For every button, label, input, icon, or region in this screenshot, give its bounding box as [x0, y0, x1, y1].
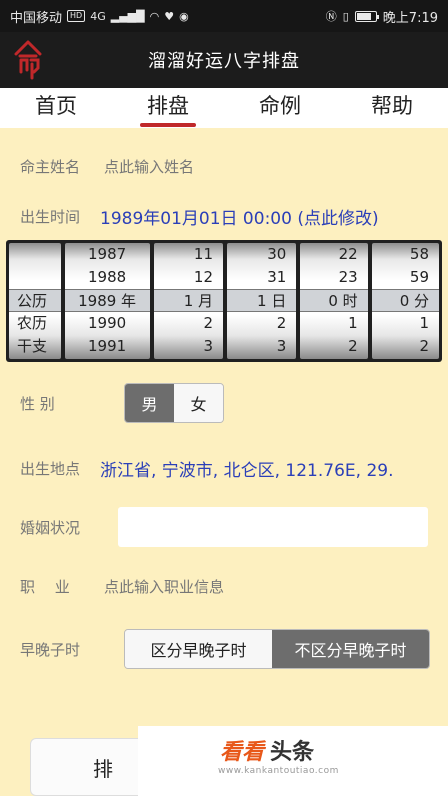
wheel-cell: 干支	[17, 337, 48, 355]
day-wheel[interactable]: 30 31 1 日 2 3	[227, 243, 297, 359]
gender-label: 性 别	[20, 394, 55, 413]
app-notify-icon: ◉	[179, 9, 189, 23]
wheel-cell: 1	[419, 314, 430, 332]
wheel-cell: 30	[267, 245, 287, 263]
wheel-cell: 12	[193, 268, 213, 286]
wheel-cell: 1	[348, 314, 358, 332]
job-label: 职 业	[20, 577, 70, 596]
marriage-label: 婚姻状况	[20, 518, 81, 537]
wheel-cell-selected: 公历	[9, 289, 61, 312]
datetime-picker[interactable]: 公历 农历 干支 1987 1988 1989 年 1990 1991 11 1…	[6, 240, 442, 362]
wheel-cell-selected: 1989 年	[64, 289, 150, 312]
wheel-cell: 11	[193, 245, 213, 263]
wheel-cell: 2	[348, 337, 358, 355]
tab-paipan[interactable]: 排盘	[112, 88, 224, 128]
wheel-cell: 2	[203, 314, 213, 332]
wheel-cell: 59	[409, 268, 430, 286]
tab-cases[interactable]: 命例	[224, 88, 336, 128]
name-row: 命主姓名 点此输入姓名	[0, 146, 448, 186]
wheel-cell	[9, 266, 61, 289]
watermark-overlay: 看看 头条 www.kankantoutiao.com	[138, 726, 448, 796]
wheel-cell-selected: 0 时	[300, 289, 368, 312]
wheel-cell: 22	[338, 245, 358, 263]
heart-icon: ♥	[164, 9, 175, 23]
wheel-cell: 1991	[87, 337, 127, 355]
distinguish-zi-option[interactable]: 区分早晚子时	[125, 630, 273, 668]
app-title-bar: 溜溜好运八字排盘	[0, 32, 448, 88]
marriage-input[interactable]	[118, 507, 428, 547]
wheel-cell-selected: 1 月	[153, 289, 223, 312]
minute-wheel[interactable]: 58 59 0 分 1 2	[371, 243, 440, 359]
app-title: 溜溜好运八字排盘	[148, 51, 300, 72]
signal-icon: ▂▄▆█	[110, 9, 145, 23]
watermark-toutiao: 头条	[270, 740, 315, 765]
no-distinguish-zi-option[interactable]: 不区分早晚子时	[272, 630, 429, 668]
zi-time-row: 早晚子时 区分早晚子时 不区分早晚子时	[0, 628, 448, 670]
watermark-url: www.kankantoutiao.com	[218, 766, 339, 776]
zi-time-toggle: 区分早晚子时 不区分早晚子时	[124, 629, 430, 669]
birth-time-label: 出生时间	[20, 207, 81, 226]
wheel-cell: 1988	[87, 268, 127, 286]
app-logo-icon	[14, 40, 42, 80]
wheel-cell: 1990	[87, 314, 127, 332]
month-wheel[interactable]: 11 12 1 月 2 3	[153, 243, 223, 359]
birthplace-row: 出生地点 浙江省, 宁波市, 北仑区, 121.76E, 29.	[0, 448, 448, 488]
watermark-kan: 看看	[220, 740, 265, 765]
wheel-cell: 3	[203, 337, 213, 355]
paipan-button-label: 排	[93, 756, 113, 781]
battery-icon	[354, 10, 379, 22]
gender-toggle: 男 女	[124, 383, 224, 423]
status-bar: 中国移动 HD 4G ▂▄▆█ ◠ ♥ ◉ Ⓝ ▯ 晚上7:19	[0, 0, 448, 32]
birth-time-value[interactable]: 1989年01月01日 00:00 (点此修改)	[100, 204, 379, 229]
network-label: 4G	[90, 9, 106, 23]
tab-help[interactable]: 帮助	[336, 88, 448, 128]
wheel-cell: 1987	[87, 245, 127, 263]
wheel-cell-selected: 1 日	[227, 289, 297, 312]
wheel-cell: 农历	[17, 314, 48, 332]
zi-time-label: 早晚子时	[20, 640, 81, 659]
job-row: 职 业 点此输入职业信息	[0, 566, 448, 606]
wheel-cell-selected: 0 分	[371, 289, 440, 312]
hd-icon: HD	[67, 10, 86, 22]
marriage-row: 婚姻状况	[0, 506, 448, 548]
year-wheel[interactable]: 1987 1988 1989 年 1990 1991	[64, 243, 150, 359]
male-option[interactable]: 男	[125, 384, 174, 422]
wheel-cell	[9, 243, 61, 266]
wheel-cell: 58	[409, 245, 430, 263]
carrier-label: 中国移动	[10, 10, 63, 26]
birthplace-value[interactable]: 浙江省, 宁波市, 北仑区, 121.76E, 29.	[100, 456, 430, 481]
nfc-icon: Ⓝ	[325, 10, 337, 23]
gender-row: 性 别 男 女	[0, 382, 448, 424]
tab-home[interactable]: 首页	[0, 88, 112, 128]
calendar-type-wheel[interactable]: 公历 农历 干支	[9, 243, 61, 359]
tab-bar: 首页 排盘 命例 帮助	[0, 88, 448, 128]
job-input[interactable]: 点此输入职业信息	[100, 576, 224, 597]
wheel-cell: 2	[276, 314, 287, 332]
hour-wheel[interactable]: 22 23 0 时 1 2	[300, 243, 368, 359]
wheel-cell: 31	[267, 268, 287, 286]
wifi-icon: ◠	[149, 9, 160, 23]
clock: 晚上7:19	[382, 10, 438, 26]
vibrate-icon: ▯	[342, 9, 349, 23]
wheel-cell: 2	[419, 337, 430, 355]
wheel-cell: 23	[338, 268, 358, 286]
female-option[interactable]: 女	[174, 384, 223, 422]
wheel-cell: 3	[276, 337, 287, 355]
name-input[interactable]: 点此输入姓名	[100, 156, 194, 177]
birth-time-row: 出生时间 1989年01月01日 00:00 (点此修改)	[0, 196, 448, 236]
name-label: 命主姓名	[20, 157, 81, 176]
birthplace-label: 出生地点	[20, 459, 81, 478]
